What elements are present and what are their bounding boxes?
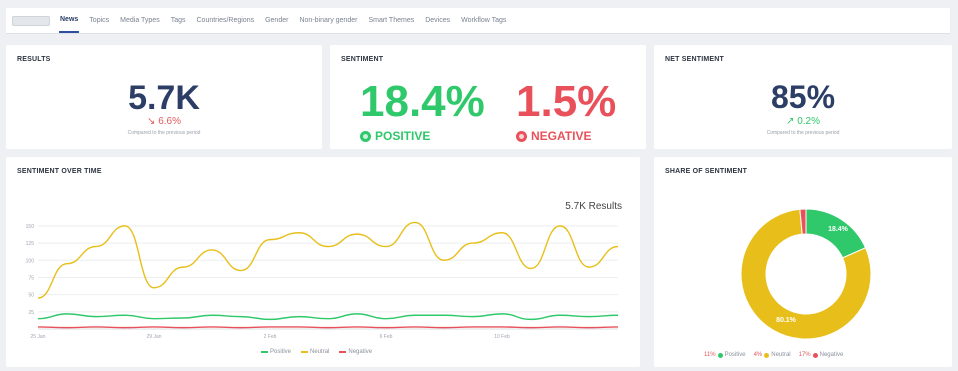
results-title: RESULTS	[17, 56, 51, 63]
y-tick-label: 25	[28, 310, 34, 316]
sentiment-over-time-card: SENTIMENT OVER TIME 5.7K Results 150 125 1…	[6, 157, 640, 367]
results-caption: Compared to the previous period	[127, 130, 201, 136]
series-line-negative	[37, 326, 619, 329]
positive-label-text: POSITIVE	[375, 129, 431, 143]
arrow-down-icon: ↘	[147, 116, 156, 127]
sentiment-title: SENTIMENT	[341, 56, 384, 63]
donut-positive-label: 18.4%	[828, 226, 849, 233]
donut-legend-neutral-name: Neutral	[771, 352, 791, 358]
donut-legend-negative-pct: 17%	[798, 352, 811, 358]
tab-topics[interactable]: Topics	[88, 8, 110, 33]
sentiment-line-chart: 150 125 100 75 50 25 25 Jan 29 Jan 2 Feb 6 Feb 10 …	[26, 221, 619, 340]
net-sentiment-delta-value: 0.2%	[797, 116, 820, 127]
tab-countries-regions[interactable]: Countries/Regions	[196, 8, 256, 33]
legend-positive-text: Positive	[270, 349, 292, 355]
net-sentiment-value: 85%	[770, 79, 836, 115]
view-selector[interactable]	[12, 15, 50, 26]
sentiment-donut-chart: 18.4% 80.1%	[740, 208, 872, 340]
donut-legend: 11% Positive 4% Neutral 17% Negative	[704, 352, 843, 358]
x-tick-label: 2 Feb	[264, 334, 277, 340]
net-sentiment-card: NET SENTIMENT 85% ↗ 0.2% Compared to the…	[654, 45, 952, 149]
positive-label: POSITIVE	[360, 129, 430, 143]
share-of-sentiment-card: SHARE OF SENTIMENT 18.4% 80.1% 11% Posit…	[654, 157, 952, 367]
y-tick-label: 100	[26, 258, 35, 264]
tab-media-types[interactable]: Media Types	[119, 8, 161, 33]
legend-neutral[interactable]: Neutral	[301, 349, 329, 355]
legend-negative[interactable]: Negative	[339, 349, 372, 355]
donut-legend-positive-name: Positive	[724, 352, 746, 358]
tab-news[interactable]: News	[59, 8, 80, 33]
negative-label-text: NEGATIVE	[531, 129, 592, 143]
y-tick-label: 150	[26, 224, 35, 230]
legend-negative-line	[339, 351, 347, 353]
x-tick-label: 29 Jan	[146, 334, 161, 340]
y-tick-label: 75	[28, 275, 34, 281]
donut-legend-positive-pct: 11%	[704, 352, 716, 358]
legend-negative-text: Negative	[348, 349, 373, 355]
tab-workflow-tags[interactable]: Workflow Tags	[460, 8, 507, 33]
net-sentiment-delta: ↗ 0.2%	[654, 116, 952, 127]
donut-legend-neutral[interactable]: 4% Neutral	[754, 352, 791, 358]
x-tick-label: 6 Feb	[380, 334, 393, 340]
net-sentiment-caption: Compared to the previous period	[766, 130, 840, 136]
results-value: 5.7K	[128, 79, 200, 117]
results-card: RESULTS 5.7K ↘ 6.6% Compared to the prev…	[6, 45, 322, 149]
donut-legend-neutral-swatch	[764, 352, 770, 358]
legend-positive-line	[261, 351, 268, 353]
negative-label: NEGATIVE	[516, 129, 591, 143]
results-delta: ↘ 6.6%	[6, 116, 322, 127]
results-delta-value: 6.6%	[158, 116, 181, 127]
positive-value: 18.4%	[360, 77, 485, 126]
donut-neutral-label: 80.1%	[776, 317, 797, 324]
smile-icon	[360, 130, 371, 142]
negative-value: 1.5%	[516, 77, 617, 126]
tab-devices[interactable]: Devices	[424, 8, 451, 33]
tab-bar: News Topics Media Types Tags Countries/R…	[6, 8, 950, 34]
arrow-up-icon: ↗	[786, 116, 795, 127]
legend-positive[interactable]: Positive	[261, 349, 291, 355]
x-tick-label: 25 Jan	[30, 334, 45, 340]
sentiment-card: SENTIMENT 18.4% POSITIVE 1.5% NEGATIVE	[330, 45, 646, 149]
donut-legend-positive-swatch	[717, 352, 723, 358]
donut-legend-negative-swatch	[812, 352, 818, 358]
donut-slice-positive	[805, 208, 867, 259]
legend-neutral-line	[301, 351, 309, 353]
tab-gender[interactable]: Gender	[264, 8, 289, 33]
tab-tags[interactable]: Tags	[170, 8, 187, 33]
donut-legend-neutral-pct: 4%	[753, 352, 763, 358]
y-tick-label: 125	[26, 241, 35, 247]
donut-legend-negative-name: Negative	[819, 352, 844, 358]
donut-legend-negative[interactable]: 17% Negative	[799, 352, 844, 358]
line-chart-legend: Positive Neutral Negative	[261, 349, 372, 355]
y-tick-label: 50	[28, 293, 34, 299]
tab-smart-themes[interactable]: Smart Themes	[367, 8, 415, 33]
tab-non-binary-gender[interactable]: Non-binary gender	[298, 8, 358, 33]
x-tick-label: 10 Feb	[494, 334, 510, 340]
series-line-positive	[37, 313, 619, 321]
legend-neutral-text: Neutral	[310, 349, 330, 355]
net-sentiment-title: NET SENTIMENT	[665, 56, 724, 63]
frown-icon	[516, 130, 527, 142]
donut-legend-positive[interactable]: 11% Positive	[704, 352, 746, 358]
